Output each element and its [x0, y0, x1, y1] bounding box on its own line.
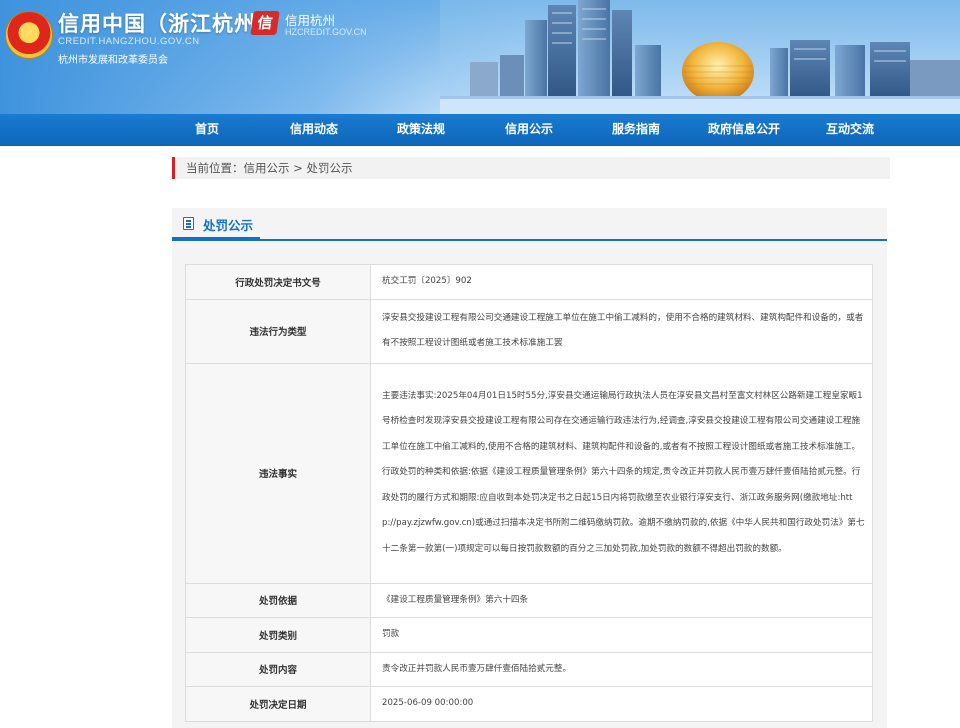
main-nav: 首页 信用动态 政策法规 信用公示 服务指南 政府信息公开 互动交流 — [0, 114, 960, 146]
national-emblem-icon[interactable] — [6, 12, 52, 58]
field-value-penalty-category: 罚款 — [370, 617, 873, 653]
section-title-underline — [172, 237, 260, 240]
table-row: 处罚类别 罚款 — [185, 617, 873, 653]
field-value-violation-type: 淳安县交投建设工程有限公司交通建设工程施工单位在施工中偷工减料的，使用不合格的建… — [370, 298, 873, 364]
field-value-decision-number: 杭交工罚〔2025〕902 — [370, 264, 873, 300]
table-row: 行政处罚决定书文号 杭交工罚〔2025〕902 — [185, 264, 873, 300]
nav-item-interaction[interactable]: 互动交流 — [826, 114, 874, 146]
nav-item-gov-info[interactable]: 政府信息公开 — [708, 114, 780, 146]
breadcrumb-separator: > — [289, 161, 307, 175]
table-row: 违法事实 主要违法事实:2025年04月01日15时55分,淳安县交通运输局行政… — [185, 362, 873, 584]
section-header: 处罚公示 — [172, 208, 887, 241]
breadcrumb: 当前位置：信用公示 > 处罚公示 — [172, 157, 890, 179]
city-skyline-illustration — [440, 0, 960, 114]
table-row: 处罚决定日期 2025-06-09 00:00:00 — [185, 686, 873, 722]
site-domain: CREDIT.HANGZHOU.GOV.CN — [58, 36, 200, 47]
field-value-penalty-content: 责令改正并罚款人民币壹万肆仟壹佰陆拾贰元整。 — [370, 651, 873, 687]
field-label-violation-type: 违法行为类型 — [185, 298, 371, 364]
field-label-penalty-basis: 处罚依据 — [185, 582, 371, 618]
field-label-violation-facts: 违法事实 — [185, 362, 371, 584]
field-label-decision-number: 行政处罚决定书文号 — [185, 264, 371, 300]
site-organization: 杭州市发展和改革委员会 — [58, 55, 168, 66]
field-value-penalty-basis: 《建设工程质量管理条例》第六十四条 — [370, 582, 873, 618]
credit-hangzhou-logo-icon[interactable]: 信 — [250, 11, 280, 35]
site-title[interactable]: 信用中国（浙江杭州） — [58, 8, 278, 38]
nav-item-credit-publicity[interactable]: 信用公示 — [505, 114, 553, 146]
nav-item-credit-news[interactable]: 信用动态 — [290, 114, 338, 146]
field-label-decision-date: 处罚决定日期 — [185, 686, 371, 722]
table-row: 违法行为类型 淳安县交投建设工程有限公司交通建设工程施工单位在施工中偷工减料的，… — [185, 298, 873, 364]
nav-item-policies[interactable]: 政策法规 — [397, 114, 445, 146]
table-row: 处罚依据 《建设工程质量管理条例》第六十四条 — [185, 582, 873, 618]
nav-item-home[interactable]: 首页 — [195, 114, 219, 146]
field-label-penalty-content: 处罚内容 — [185, 651, 371, 687]
field-label-penalty-category: 处罚类别 — [185, 617, 371, 653]
site-banner: 信用中国（浙江杭州） CREDIT.HANGZHOU.GOV.CN 杭州市发展和… — [0, 0, 960, 114]
field-value-decision-date: 2025-06-09 00:00:00 — [370, 686, 873, 722]
penalty-detail-table: 行政处罚决定书文号 杭交工罚〔2025〕902 违法行为类型 淳安县交投建设工程… — [185, 264, 873, 722]
section-title: 处罚公示 — [203, 218, 254, 233]
document-icon — [183, 217, 194, 230]
breadcrumb-link-penalty-publicity[interactable]: 处罚公示 — [306, 161, 352, 175]
table-row: 处罚内容 责令改正并罚款人民币壹万肆仟壹佰陆拾贰元整。 — [185, 651, 873, 687]
breadcrumb-prefix: 当前位置： — [186, 161, 244, 175]
credit-hangzhou-domain: HZCREDIT.GOV.CN — [285, 27, 367, 37]
nav-item-service-guide[interactable]: 服务指南 — [612, 114, 660, 146]
breadcrumb-link-credit-publicity[interactable]: 信用公示 — [244, 161, 290, 175]
field-value-violation-facts: 主要违法事实:2025年04月01日15时55分,淳安县交通运输局行政执法人员在… — [370, 362, 873, 584]
